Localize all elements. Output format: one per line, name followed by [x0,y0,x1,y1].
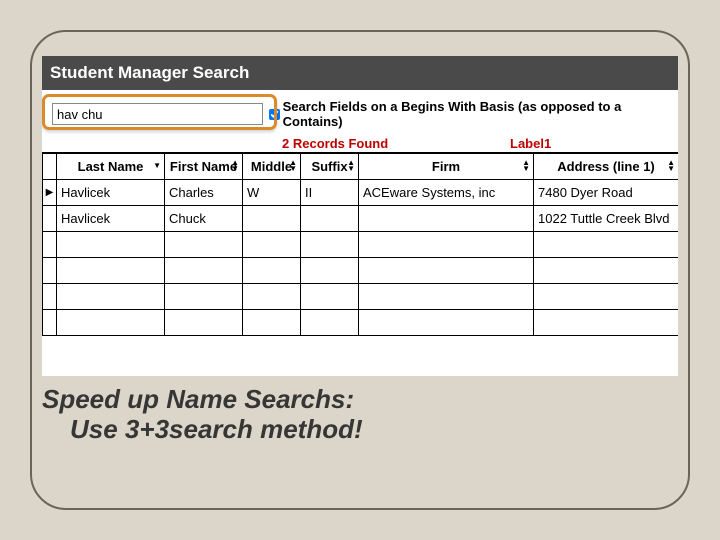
records-found-label: 2 Records Found [282,136,388,151]
cell-address1[interactable]: 7480 Dyer Road [534,179,679,205]
cell-lastname[interactable]: Havlicek [57,205,165,231]
cell-firm[interactable] [359,205,534,231]
column-header-firm[interactable]: Firm ▲▼ [359,153,534,179]
column-header-firstname[interactable]: First Name ▲▼ [165,153,243,179]
column-label: Suffix [311,159,347,174]
column-header-lastname[interactable]: Last Name ▼ [57,153,165,179]
sort-indicator-updown-icon: ▲▼ [667,160,675,172]
column-label: Firm [432,159,460,174]
cell-middle[interactable]: W [243,179,301,205]
table-row-empty [43,231,679,257]
search-input[interactable] [52,103,263,125]
results-grid: Last Name ▼ First Name ▲▼ Middle ▲▼ Suff… [42,152,678,336]
begins-with-checkbox[interactable] [269,109,280,120]
grid-header-row: Last Name ▼ First Name ▲▼ Middle ▲▼ Suff… [43,153,679,179]
cell-lastname[interactable]: Havlicek [57,179,165,205]
window-titlebar: Student Manager Search [42,56,678,90]
sort-indicator-desc-icon: ▼ [153,163,161,169]
window-title: Student Manager Search [50,63,249,83]
table-row-empty [43,257,679,283]
table-row[interactable]: ▶ Havlicek Charles W II ACEware Systems,… [43,179,679,205]
caption-line2: Use 3+3search method! [42,415,678,445]
column-label: First Name [170,159,237,174]
row-selector [43,205,57,231]
column-label: Middle [251,159,292,174]
table-row-empty [43,309,679,335]
status-row: 2 Records Found Label1 [42,134,678,152]
cell-middle[interactable] [243,205,301,231]
caption-line1: Speed up Name Searchs: [42,384,354,414]
sort-indicator-updown-icon: ▲▼ [289,160,297,172]
search-row: Search Fields on a Begins With Basis (as… [42,90,678,138]
column-header-address1[interactable]: Address (line 1) ▲▼ [534,153,679,179]
begins-with-label: Search Fields on a Begins With Basis (as… [283,99,678,129]
grid-header-rowselector [43,153,57,179]
cell-firstname[interactable]: Chuck [165,205,243,231]
table-row[interactable]: Havlicek Chuck 1022 Tuttle Creek Blvd [43,205,679,231]
cell-firm[interactable]: ACEware Systems, inc [359,179,534,205]
cell-suffix[interactable]: II [301,179,359,205]
column-label: Address (line 1) [557,159,655,174]
column-header-middle[interactable]: Middle ▲▼ [243,153,301,179]
sort-indicator-updown-icon: ▲▼ [231,160,239,172]
sort-indicator-updown-icon: ▲▼ [347,160,355,172]
slide-caption: Speed up Name Searchs: Use 3+3search met… [42,385,678,445]
label1-placeholder: Label1 [510,136,551,151]
cell-firstname[interactable]: Charles [165,179,243,205]
cell-suffix[interactable] [301,205,359,231]
sort-indicator-updown-icon: ▲▼ [522,160,530,172]
column-label: Last Name [78,159,144,174]
cell-address1[interactable]: 1022 Tuttle Creek Blvd [534,205,679,231]
table-row-empty [43,283,679,309]
column-header-suffix[interactable]: Suffix ▲▼ [301,153,359,179]
row-selector-current-icon: ▶ [43,179,57,205]
app-window: Student Manager Search Search Fields on … [42,56,678,376]
